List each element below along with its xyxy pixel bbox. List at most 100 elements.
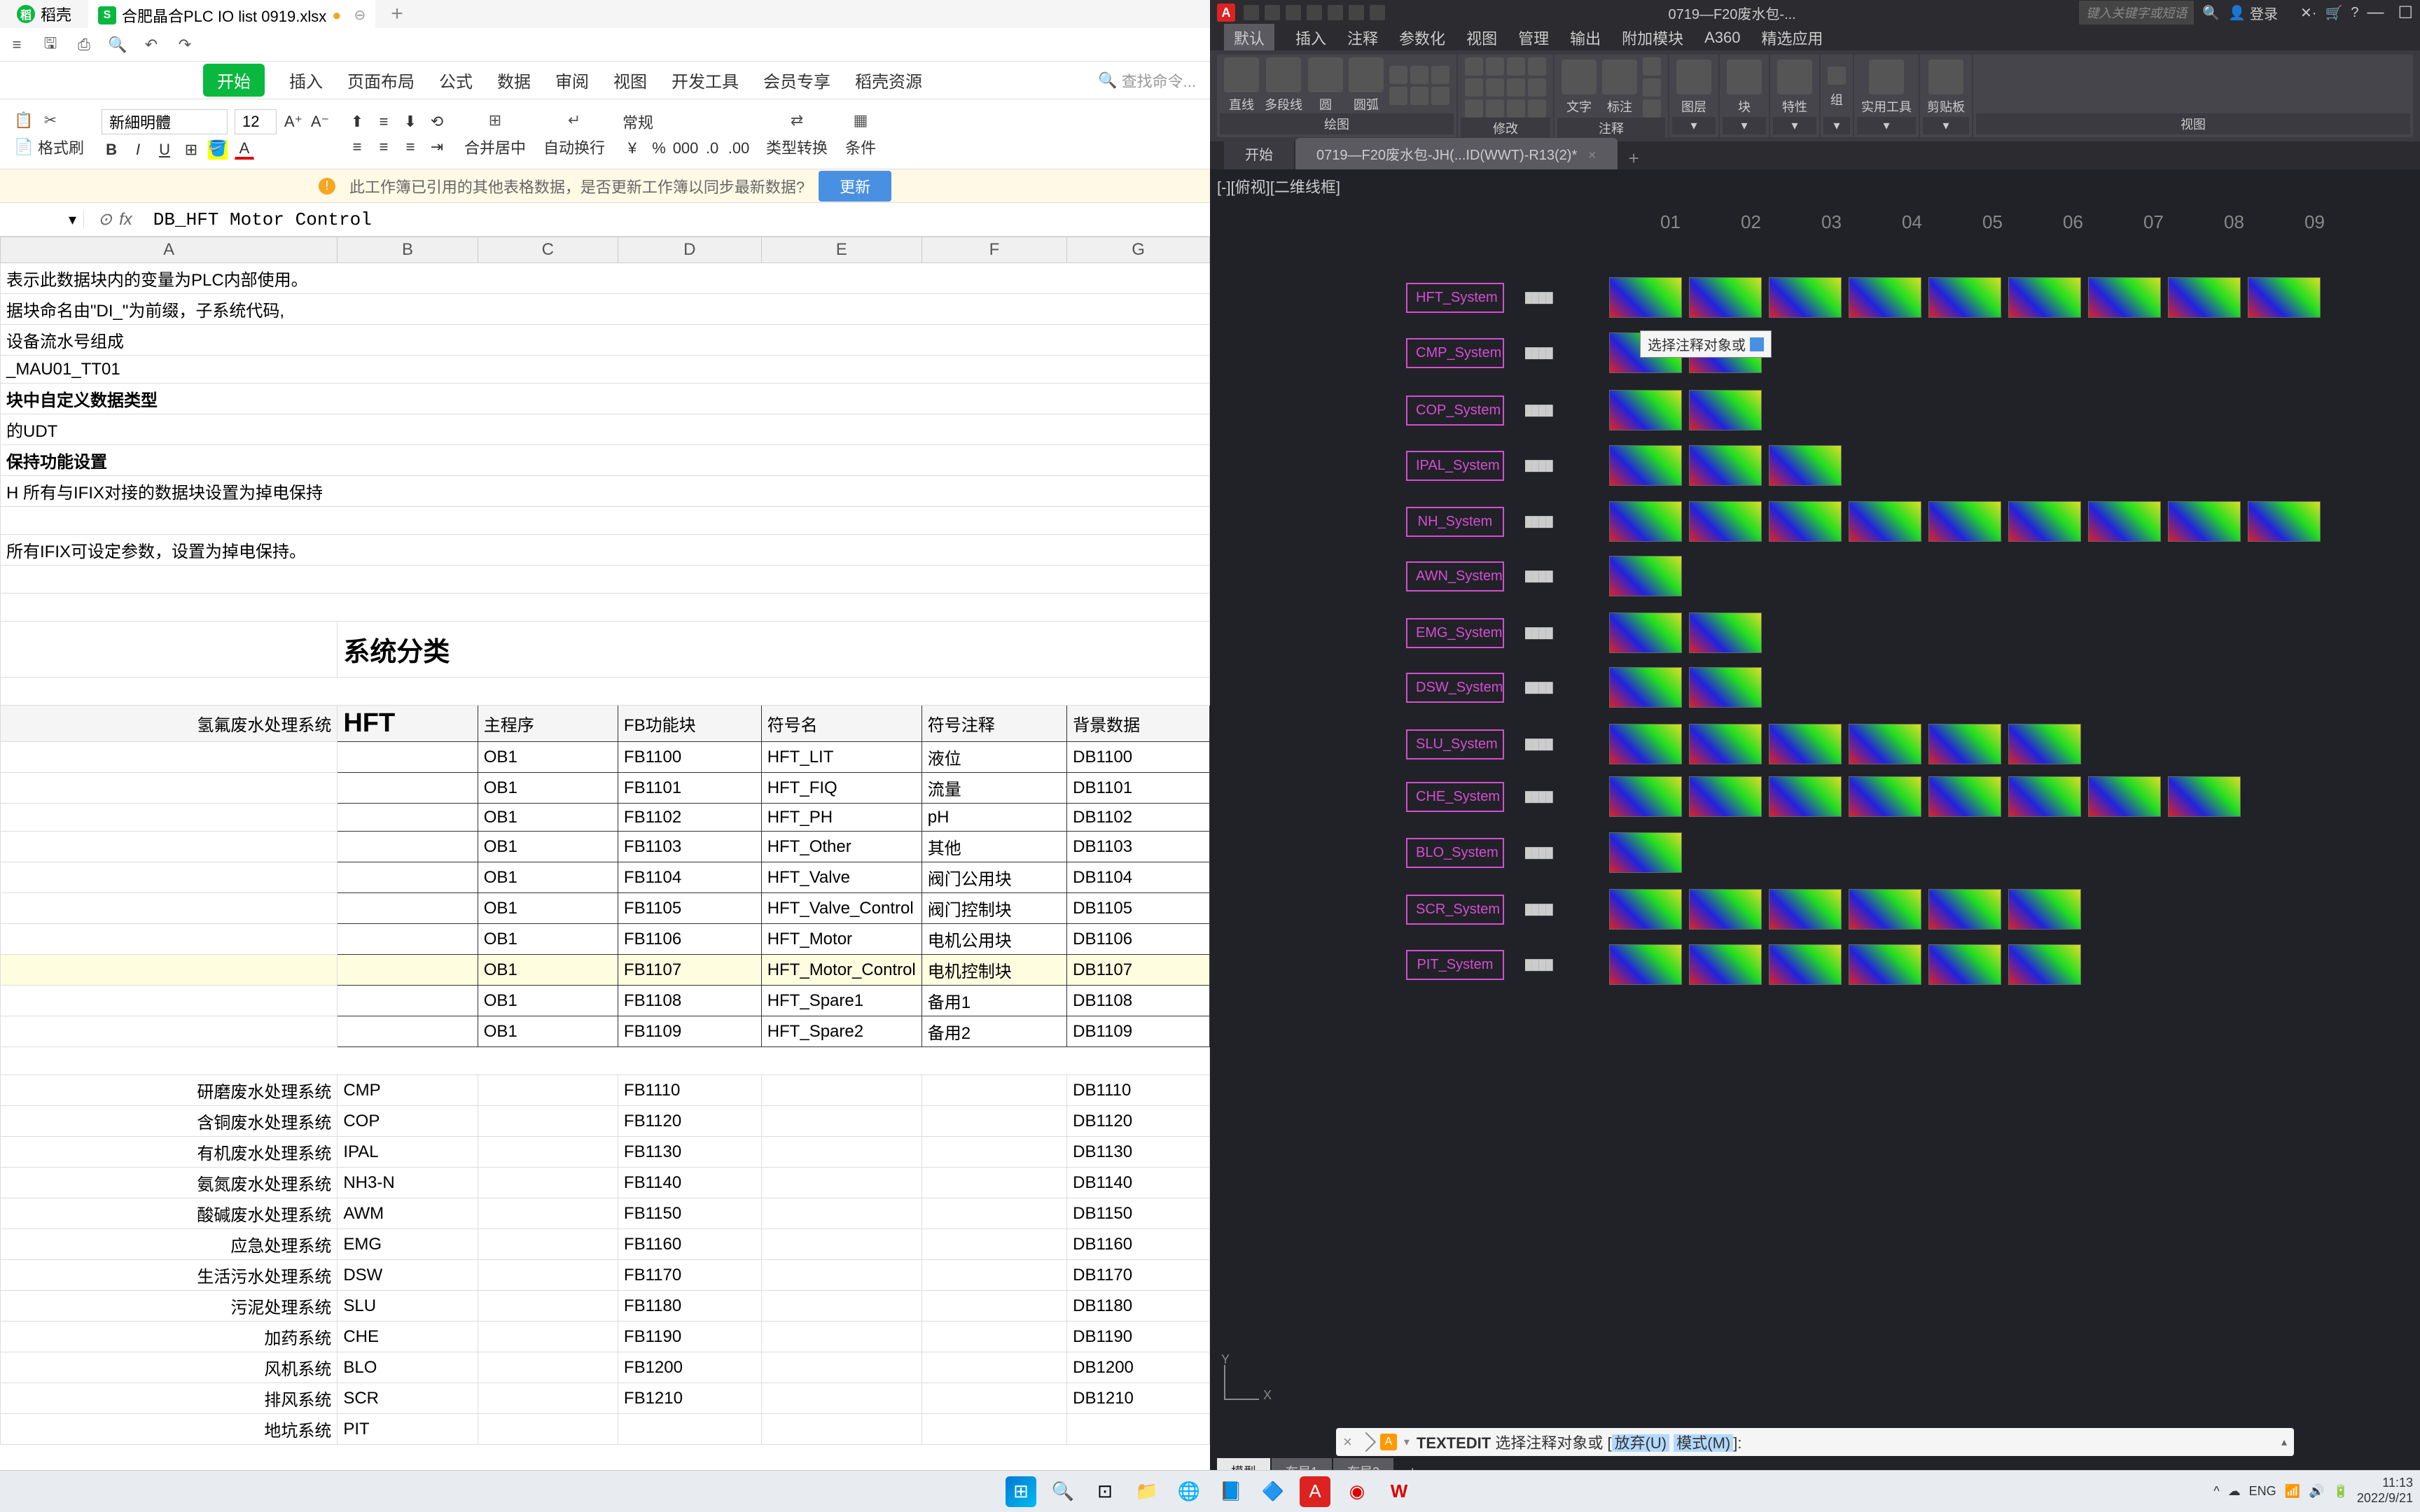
mini-tool-icon[interactable] [1431,87,1449,105]
wps-taskbar-icon[interactable]: W [1384,1476,1414,1507]
system-row[interactable]: AWN_System████ [1406,552,2321,601]
drawing-thumbnail[interactable] [2168,445,2241,486]
col-header[interactable]: C [478,237,618,263]
align-left-icon[interactable]: ≡ [347,137,367,157]
wrap-icon[interactable]: ↵ [564,111,584,130]
drawing-thumbnail[interactable] [2008,944,2081,985]
drawing-thumbnail[interactable] [1769,776,1842,817]
drawing-thumbnail[interactable] [2088,390,2161,430]
cond-fmt-icon[interactable]: ▦ [851,111,870,130]
drawing-thumbnail[interactable] [1849,332,1921,373]
tool-arc[interactable]: 圆弧 [1349,57,1384,113]
col-header[interactable]: E [761,237,922,263]
drawing-thumbnail[interactable] [1928,445,2001,486]
search-icon[interactable]: 🔍 [1048,1476,1078,1507]
battery-icon[interactable]: 🔋 [2333,1484,2349,1499]
explorer-icon[interactable]: 📁 [1132,1476,1162,1507]
drawing-thumbnail[interactable] [1769,889,1842,930]
percent-icon[interactable]: % [649,139,669,158]
mini-tool-icon[interactable] [1410,66,1428,84]
drawing-thumbnail[interactable] [2088,556,2161,596]
drawing-thumbnail[interactable] [2168,724,2241,764]
cmd-expand-icon[interactable]: ▴ [2281,1435,2287,1449]
panel-title[interactable]: 注释 [1557,118,1665,139]
drawing-thumbnail[interactable] [1689,501,1762,542]
mini-tool-icon[interactable] [1410,87,1428,105]
system-row[interactable]: SCR_System████ [1406,885,2321,934]
table-row[interactable]: OB1FB1101HFT_FIQ流量DB1101 [1,773,1210,804]
table-row[interactable]: 含铜废水处理系统COPFB1120DB1120 [1,1106,1210,1137]
mini-tool-icon[interactable] [1507,57,1525,76]
align-right-icon[interactable]: ≡ [401,137,420,157]
drawing-thumbnail[interactable] [1769,556,1842,596]
table-row[interactable]: 排风系统SCRFB1210DB1210 [1,1383,1210,1414]
system-row[interactable]: SLU_System████ [1406,720,2321,769]
copy-icon[interactable]: 📄 [14,137,34,157]
drawing-thumbnail[interactable] [2088,332,2161,373]
redo-icon[interactable] [1370,5,1385,20]
drawing-thumbnail[interactable] [1928,667,2001,708]
drawing-thumbnail[interactable] [1609,277,1682,318]
table-row[interactable]: 酸碱废水处理系统AWMFB1150DB1150 [1,1198,1210,1229]
cell[interactable]: 块中自定义数据类型 [1,384,1210,414]
drawing-thumbnail[interactable] [1849,776,1921,817]
drawing-thumbnail[interactable] [1849,277,1921,318]
tool-line[interactable]: 直线 [1224,57,1259,113]
drawing-thumbnail[interactable] [1849,445,1921,486]
system-label[interactable]: SLU_System [1406,729,1504,760]
tool-props[interactable]: 特性 [1777,59,1812,115]
table-row[interactable]: 地坑系统PIT [1,1414,1210,1445]
drawing-thumbnail[interactable] [2248,501,2321,542]
panel-title[interactable]: ▾ [1723,117,1766,134]
drawing-thumbnail[interactable] [2168,501,2241,542]
drawing-thumbnail[interactable] [1689,667,1762,708]
add-doc-icon[interactable]: + [1619,148,1649,169]
bold-button[interactable]: B [102,140,121,160]
close-cmd-icon[interactable]: × [1343,1433,1352,1451]
drawing-thumbnail[interactable] [1689,776,1762,817]
tool-layers[interactable]: 图层 [1676,59,1711,115]
cell[interactable] [1,566,1210,594]
cell[interactable]: 系统分类 [338,622,1210,678]
cell[interactable]: 保持功能设置 [1,445,1210,476]
menu-annotate[interactable]: 注释 [1347,27,1378,49]
drawing-thumbnail[interactable] [1849,556,1921,596]
menu-layout[interactable]: 页面布局 [347,68,415,92]
system-row[interactable]: EMG_System████ [1406,608,2321,657]
undo-icon[interactable] [1349,5,1364,20]
drawing-thumbnail[interactable] [1609,944,1682,985]
mini-tool-icon[interactable] [1528,78,1546,97]
type-conv-label[interactable]: 类型转换 [766,136,828,158]
search-box[interactable]: 🔍 查找命令... [1098,69,1196,92]
command-line[interactable]: × A ▾ TEXTEDIT 选择注释对象或 [放弃(U) 模式(M)]: ▴ [1336,1428,2294,1456]
drawing-thumbnail[interactable] [2168,889,2241,930]
system-label[interactable]: DSW_System [1406,673,1504,703]
formula-value[interactable]: DB_HFT Motor Control [146,209,379,230]
col-header[interactable]: D [618,237,761,263]
menu-icon[interactable]: ≡ [7,35,27,55]
cell[interactable]: 据块命名由"DI_"为前缀，子系统代码, [1,294,1210,325]
wrap-label[interactable]: 自动换行 [543,136,605,158]
menu-review[interactable]: 审阅 [555,68,589,92]
drawing-thumbnail[interactable] [1689,832,1762,873]
drawing-thumbnail[interactable] [1928,889,2001,930]
underline-button[interactable]: U [155,140,174,160]
volume-icon[interactable]: 🔊 [2309,1484,2324,1499]
saveas-icon[interactable] [1307,5,1322,20]
drawing-thumbnail[interactable] [2168,332,2241,373]
col-header[interactable]: F [922,237,1066,263]
type-conv-icon[interactable]: ⇄ [787,111,807,130]
drawing-thumbnail[interactable] [1769,944,1842,985]
system-label[interactable]: NH_System [1406,507,1504,537]
system-label[interactable]: AWN_System [1406,561,1504,592]
tool-text[interactable]: 文字 [1562,59,1597,115]
drawing-thumbnail[interactable] [2248,332,2321,373]
acad-viewport[interactable]: [-][俯视][二维线框] 01 02 03 04 05 06 07 08 09… [1210,169,2420,1484]
close-icon[interactable]: × [1588,148,1597,163]
menu-insert[interactable]: 插入 [1295,27,1326,49]
mini-tool-icon[interactable] [1507,99,1525,118]
drawing-thumbnail[interactable] [1849,390,1921,430]
table-row[interactable]: 生活污水处理系统DSWFB1170DB1170 [1,1260,1210,1291]
mini-tool-icon[interactable] [1431,66,1449,84]
system-row[interactable]: NH_System████ [1406,497,2321,546]
